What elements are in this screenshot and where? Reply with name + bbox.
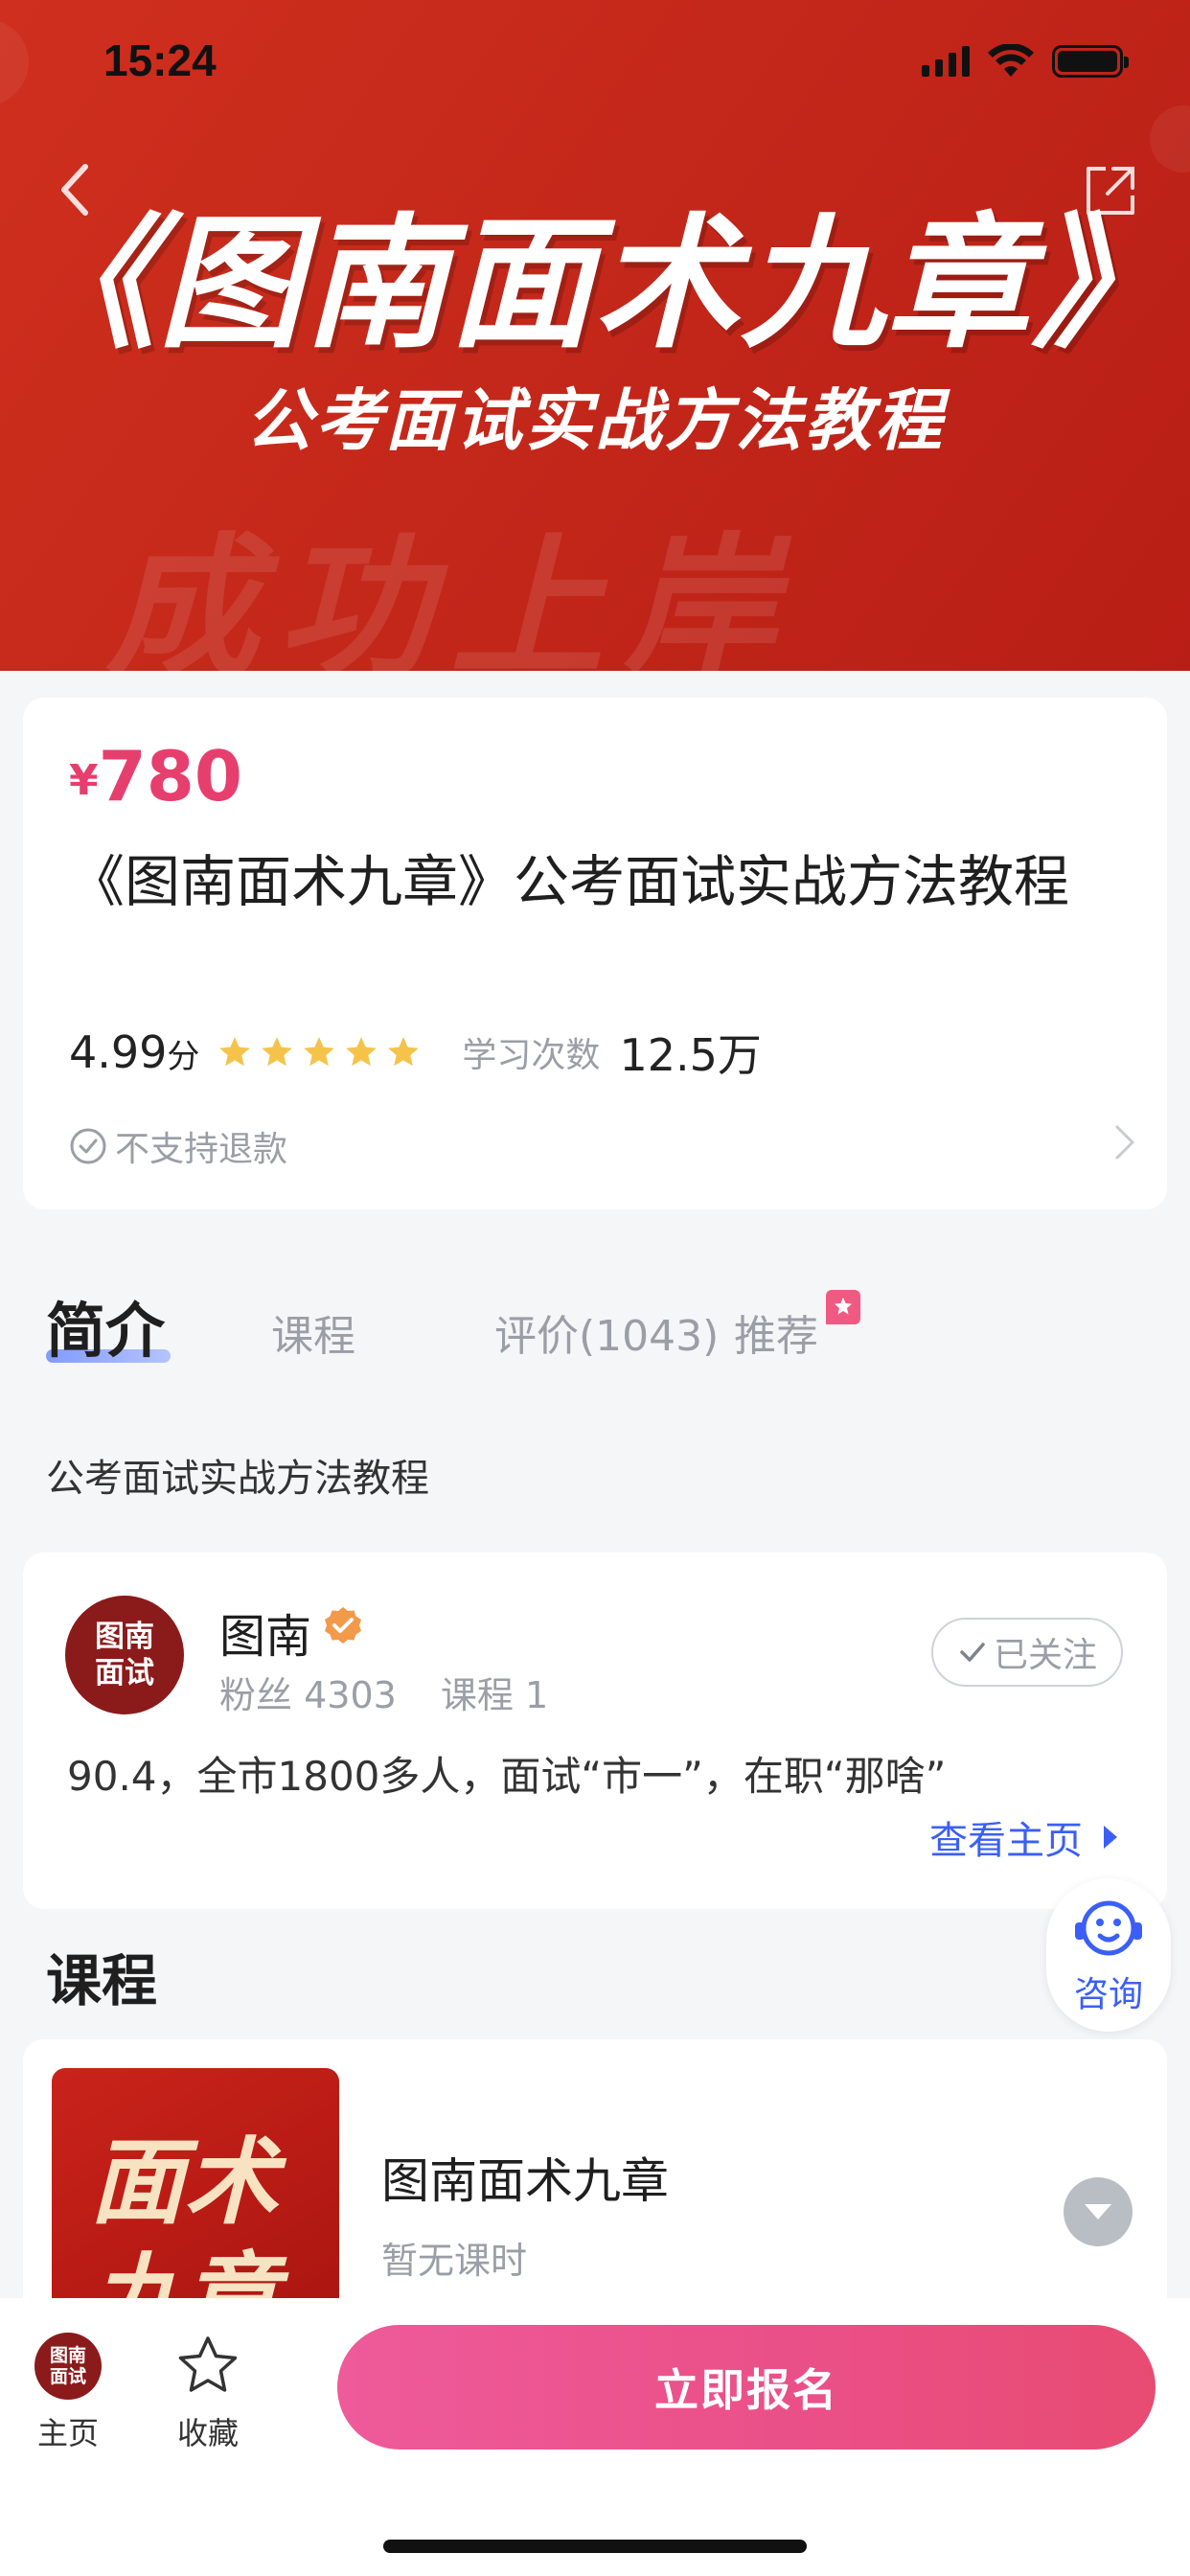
course-item-name: 图南面术九章 bbox=[381, 2153, 669, 2209]
hero-watermark: 成功上岸 bbox=[105, 518, 796, 671]
consult-label: 咨询 bbox=[1073, 1975, 1143, 2014]
price-value: 780 bbox=[98, 736, 242, 816]
expand-button[interactable] bbox=[1064, 2177, 1133, 2246]
course-thumbnail: 面术 九章 bbox=[52, 2068, 339, 2327]
view-homepage-label: 查看主页 bbox=[929, 1819, 1083, 1863]
avatar-text-line2: 面试 bbox=[95, 1656, 154, 1690]
star-icon bbox=[219, 1037, 251, 1067]
customer-service-icon bbox=[1075, 1900, 1142, 1956]
detail-tabs: 简介 课程 评价(1043) 推荐 bbox=[0, 1273, 1190, 1378]
home-label: 主页 bbox=[36, 2415, 99, 2451]
favorite-tab[interactable]: 收藏 bbox=[174, 2333, 241, 2453]
price-symbol: ¥ bbox=[69, 756, 99, 805]
home-avatar-line2: 面试 bbox=[49, 2366, 86, 2387]
courses-count: 1 bbox=[525, 1674, 549, 1716]
hero-banner: 15:24 《图南面术九章》 公考面试实战方法教程 成功上岸 bbox=[0, 0, 1190, 671]
tab-recommend[interactable]: 推荐 bbox=[734, 1301, 818, 1363]
check-circle-icon bbox=[70, 1128, 106, 1164]
favorite-label: 收藏 bbox=[176, 2415, 239, 2451]
price: ¥780 bbox=[69, 736, 242, 816]
course-section-title: 课程 bbox=[46, 1948, 158, 2013]
tab-intro[interactable]: 简介 bbox=[46, 1282, 165, 1368]
course-title: 《图南面术九章》公考面试实战方法教程 bbox=[69, 849, 1070, 914]
chevron-right-icon[interactable] bbox=[1110, 1123, 1138, 1162]
course-list-item[interactable]: 面术 九章 图南面术九章 暂无课时 bbox=[23, 2039, 1167, 2327]
view-homepage-link[interactable]: 查看主页 bbox=[929, 1809, 1119, 1865]
fans-label: 粉丝 bbox=[219, 1674, 293, 1716]
recommend-badge-icon bbox=[826, 1290, 860, 1324]
teacher-name[interactable]: 图南 bbox=[219, 1598, 311, 1666]
enroll-button[interactable]: 立即报名 bbox=[337, 2325, 1156, 2450]
refund-text: 不支持退款 bbox=[115, 1130, 288, 1169]
hero-title: 《图南面术九章》 bbox=[11, 201, 1178, 368]
status-bar: 15:24 bbox=[0, 0, 1190, 125]
star-outline-icon bbox=[178, 2336, 238, 2392]
battery-icon bbox=[1052, 45, 1129, 78]
tab-lessons[interactable]: 课程 bbox=[271, 1301, 355, 1363]
course-item-subtitle: 暂无课时 bbox=[381, 2240, 528, 2282]
wifi-icon bbox=[988, 44, 1034, 77]
study-count-value: 12.5万 bbox=[619, 1029, 762, 1081]
star-icon bbox=[346, 1037, 378, 1067]
rating-row: 4.99分 学习次数 12.5万 bbox=[69, 1024, 762, 1081]
follow-label: 已关注 bbox=[993, 1636, 1097, 1675]
star-icon bbox=[388, 1037, 420, 1067]
study-count-label: 学习次数 bbox=[462, 1036, 601, 1075]
refund-policy-row[interactable]: 不支持退款 bbox=[69, 1121, 287, 1171]
rating-score-unit: 分 bbox=[167, 1038, 200, 1076]
teacher-card: 图南 面试 图南 粉丝 4303 课程 1 已关注 90.4，全市1800多人，… bbox=[23, 1552, 1167, 1909]
tab-reviews[interactable]: 评价(1043) bbox=[494, 1301, 719, 1363]
cellular-signal-icon bbox=[922, 46, 970, 77]
star-icon bbox=[304, 1037, 335, 1067]
teacher-avatar[interactable]: 图南 面试 bbox=[65, 1596, 184, 1714]
home-avatar-line1: 图南 bbox=[49, 2345, 86, 2366]
rating-score: 4.99分 bbox=[69, 1026, 199, 1078]
hero-subtitle: 公考面试实战方法教程 bbox=[245, 381, 945, 460]
consult-button[interactable]: 咨询 bbox=[1046, 1878, 1171, 2032]
follow-button[interactable]: 已关注 bbox=[931, 1618, 1123, 1687]
course-info-card: ¥780 《图南面术九章》公考面试实战方法教程 4.99分 学习次数 12.5万… bbox=[23, 698, 1167, 1209]
app-screen: 15:24 《图南面术九章》 公考面试实战方法教程 成功上岸 ¥780 《图南面… bbox=[0, 0, 1190, 2576]
chevron-down-icon bbox=[1085, 2204, 1111, 2220]
courses-label: 课程 bbox=[440, 1674, 514, 1716]
teacher-description: 90.4，全市1800多人，面试“市一”，在职“那啥” bbox=[67, 1753, 947, 1800]
avatar-text-line1: 图南 bbox=[95, 1620, 154, 1654]
verified-badge-icon bbox=[325, 1607, 361, 1644]
intro-text: 公考面试实战方法教程 bbox=[46, 1457, 429, 1501]
teacher-stats: 粉丝 4303 课程 1 bbox=[219, 1666, 548, 1718]
rating-score-value: 4.99 bbox=[69, 1026, 168, 1078]
checkmark-icon bbox=[960, 1643, 985, 1662]
star-icon bbox=[262, 1037, 293, 1067]
status-icons bbox=[922, 44, 1129, 79]
home-tab[interactable]: 图南 面试 主页 bbox=[34, 2333, 102, 2453]
fans-count: 4303 bbox=[304, 1674, 397, 1716]
status-time: 15:24 bbox=[103, 35, 217, 85]
bottom-action-bar: 图南 面试 主页 收藏 立即报名 bbox=[0, 2298, 1190, 2576]
triangle-right-icon bbox=[1104, 1826, 1117, 1849]
home-indicator bbox=[383, 2540, 807, 2553]
rating-stars bbox=[217, 1034, 422, 1070]
home-avatar: 图南 面试 bbox=[34, 2333, 102, 2400]
